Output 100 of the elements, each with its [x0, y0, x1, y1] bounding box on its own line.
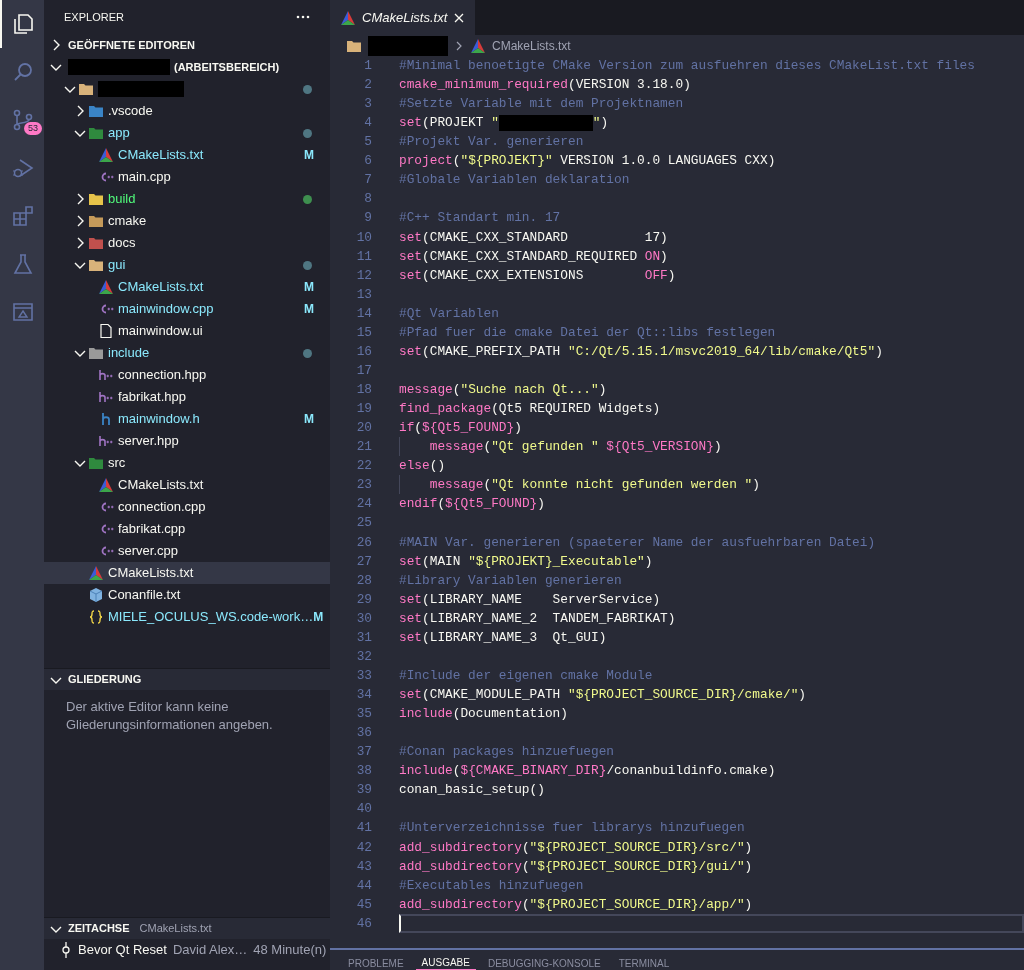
line-number: 36 — [355, 724, 372, 743]
folder-name: include — [108, 344, 151, 363]
window-icon — [11, 300, 35, 324]
tree-item[interactable]: server.hpp — [44, 430, 330, 452]
section-header[interactable]: GEÖFFNETE EDITOREN — [44, 34, 330, 56]
tree-item[interactable]: CMakeLists.txt — [44, 562, 330, 584]
breadcrumb-item[interactable]: CMakeLists.txt — [492, 36, 571, 55]
file-name: connection.cpp — [118, 498, 207, 517]
file-name: MIELE_OCULUS_WS.code-work… — [108, 608, 314, 627]
tree-item[interactable]: main.cpp — [44, 166, 330, 188]
tree-item[interactable]: build — [44, 188, 330, 210]
tree-item[interactable]: include — [44, 342, 330, 364]
tree-item[interactable]: mainwindow.h M — [44, 408, 330, 430]
line-number: 1 — [363, 56, 372, 75]
line-number: 26 — [355, 533, 372, 552]
code-line: message("Qt konnte nicht gefunden werden ") — [372, 475, 760, 495]
line-number: 27 — [355, 552, 372, 571]
tree-item[interactable]: server.cpp — [44, 540, 330, 562]
code-line: #Executables hinzufuegen — [398, 876, 584, 895]
code-line: #Unterverzeichnisse fuer librarys hinzufuegen — [398, 819, 745, 838]
file-name: main.cpp — [118, 168, 172, 187]
section-title: GEÖFFNETE EDITOREN — [68, 37, 195, 53]
file-name: fabrikat.cpp — [118, 520, 187, 539]
file-name: fabrikat.hpp — [118, 388, 187, 407]
line-number: 15 — [355, 323, 372, 342]
line-number: 19 — [355, 400, 372, 419]
section-header[interactable]: (ARBEITSBEREICH) — [44, 56, 330, 78]
header-icon — [98, 389, 114, 405]
line-number: 13 — [355, 285, 372, 304]
section-header[interactable]: ZEITACHSE CMakeLists.txt — [44, 917, 330, 939]
tree-item[interactable]: gui — [44, 254, 330, 276]
line-number: 18 — [355, 381, 372, 399]
tree-item[interactable]: connection.cpp — [44, 496, 330, 518]
folder-icon — [88, 345, 104, 361]
tree-item[interactable]: fabrikat.cpp — [44, 518, 330, 540]
file-name: mainwindow.ui — [118, 322, 204, 341]
code-line: #Projekt Var. generieren — [398, 133, 584, 152]
commit-time: 48 Minute(n) — [253, 941, 327, 960]
tree-item[interactable]: mainwindow.ui — [44, 320, 330, 342]
tree-item[interactable]: CMakeLists.txt M — [44, 276, 330, 298]
tree-item[interactable]: CMakeLists.txt — [44, 474, 330, 496]
tree-item[interactable]: src — [44, 452, 330, 474]
git-status-label: M — [304, 411, 314, 428]
tree-item[interactable]: mainwindow.cpp M — [44, 298, 330, 320]
tree-item[interactable]: cmake — [44, 210, 330, 232]
tree-item[interactable]: fabrikat.hpp — [44, 386, 330, 408]
more-icon[interactable] — [296, 13, 310, 21]
line-number: 33 — [355, 666, 372, 685]
count-badge: 53 — [24, 122, 42, 135]
line-number: 16 — [355, 342, 372, 361]
code-line: #C++ Standart min. 17 — [398, 209, 561, 228]
tree-item[interactable]: .vscode — [44, 100, 330, 122]
code-line: #Conan packages hinzuefuegen — [398, 743, 615, 762]
tree-item[interactable]: Conanfile.txt — [44, 584, 330, 606]
line-number: 44 — [355, 876, 372, 895]
file-name: CMakeLists.txt — [118, 476, 205, 495]
line-number: 28 — [355, 571, 372, 590]
code-line: #Minimal benoetigte CMake Version zum ausfuehren dieses CMakeList.txt files — [398, 56, 975, 75]
panel-tab[interactable]: AUSGABE — [415, 957, 476, 970]
line-number: 23 — [355, 476, 372, 495]
line-number: 38 — [355, 762, 372, 781]
editor-tab[interactable]: CMakeLists.txt — [330, 0, 476, 35]
folder-name: build — [108, 190, 137, 209]
folder-icon — [88, 235, 104, 251]
folder-icon — [88, 257, 104, 273]
section-title: (ARBEITSBEREICH) — [174, 59, 280, 75]
folder-icon — [88, 103, 104, 119]
section-title: GLIEDERUNG — [68, 672, 142, 688]
timeline-entry[interactable]: Bevor Qt Reset David Alex… 48 Minute(n) — [44, 939, 330, 961]
folder-name: src — [108, 454, 127, 473]
commit-author: David Alex… — [172, 941, 248, 960]
section-header[interactable]: GLIEDERUNG — [44, 668, 330, 690]
tree-item[interactable]: CMakeLists.txt M — [44, 144, 330, 166]
git-status-label: M — [313, 609, 324, 626]
tree-item[interactable]: MIELE_OCULUS_WS.code-work…M — [44, 606, 330, 628]
line-number: 21 — [355, 438, 372, 457]
tree-item[interactable]: docs — [44, 232, 330, 254]
line-number: 41 — [355, 819, 372, 838]
files-icon — [11, 12, 35, 36]
line-number: 20 — [355, 419, 372, 438]
panel-tab[interactable]: DEBUGGING-KONSOLE — [481, 958, 607, 970]
activity-bar-button[interactable]: 53 — [0, 96, 44, 144]
tree-item[interactable]: app — [44, 122, 330, 144]
tab-label: CMakeLists.txt — [362, 8, 448, 27]
code-line: add_subdirectory("${PROJECT_SOURCE_DIR}/app/") — [398, 895, 753, 914]
panel-tab[interactable]: TERMINAL — [612, 958, 676, 970]
line-number: 29 — [355, 590, 372, 609]
header-icon — [98, 367, 114, 383]
line-number: 4 — [363, 114, 372, 133]
close-icon[interactable] — [453, 11, 466, 24]
code-line: set(CMAKE_CXX_STANDARD 17) — [398, 228, 668, 247]
panel-tab[interactable]: PROBLEME — [342, 958, 410, 970]
file-name: Conanfile.txt — [108, 586, 182, 605]
code-line: conan_basic_setup() — [398, 781, 545, 800]
file-name: server.cpp — [118, 542, 179, 561]
tree-item[interactable]: connection.hpp — [44, 364, 330, 386]
file-name: mainwindow.cpp — [118, 300, 215, 319]
code-line: set(LIBRARY_NAME_2 TANDEM_FABRIKAT) — [398, 609, 676, 628]
code-line: add_subdirectory("${PROJECT_SOURCE_DIR}/gui/") — [398, 857, 753, 876]
flask-icon — [11, 252, 35, 276]
